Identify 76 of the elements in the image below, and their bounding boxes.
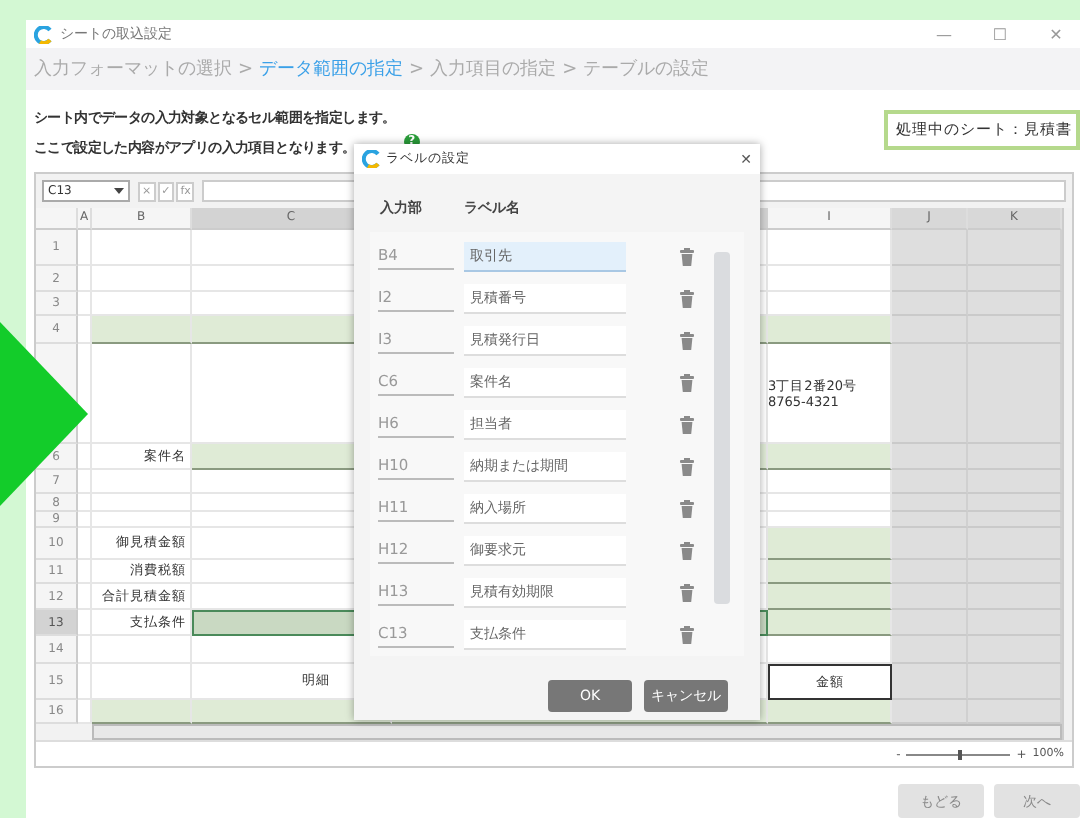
table-cell xyxy=(768,610,892,636)
table-cell xyxy=(768,470,892,494)
table-cell xyxy=(92,470,192,494)
table-cell xyxy=(968,292,1062,316)
breadcrumb-separator: > xyxy=(409,59,425,79)
trash-icon[interactable] xyxy=(680,625,694,643)
table-cell xyxy=(968,316,1062,344)
app-logo-icon xyxy=(362,150,380,168)
table-cell xyxy=(768,560,892,584)
table-cell xyxy=(768,700,892,724)
breadcrumb-step[interactable]: テーブルの設定 xyxy=(583,56,710,82)
table-cell xyxy=(92,230,192,266)
table-cell xyxy=(92,316,192,344)
trash-icon[interactable] xyxy=(680,583,694,601)
table-cell xyxy=(892,610,968,636)
breadcrumb-step[interactable]: 入力項目の指定 xyxy=(430,56,557,82)
table-cell xyxy=(892,636,968,664)
table-cell xyxy=(92,266,192,292)
table-cell xyxy=(768,528,892,560)
table-cell xyxy=(968,230,1062,266)
table-cell xyxy=(892,230,968,266)
table-cell xyxy=(92,636,192,664)
table-cell xyxy=(968,700,1062,724)
table-cell xyxy=(892,444,968,470)
table-cell xyxy=(968,444,1062,470)
table-cell xyxy=(968,528,1062,560)
minimize-button[interactable]: — xyxy=(920,25,968,43)
table-cell xyxy=(892,494,968,512)
table-cell xyxy=(892,316,968,344)
table-cell xyxy=(92,700,192,724)
horizontal-scrollbar[interactable] xyxy=(92,724,1062,740)
table-cell xyxy=(892,560,968,584)
trash-icon[interactable] xyxy=(680,541,694,559)
table-cell xyxy=(892,470,968,494)
table-cell xyxy=(968,664,1062,700)
trash-icon[interactable] xyxy=(680,499,694,517)
close-button[interactable]: ✕ xyxy=(1032,25,1080,43)
table-cell xyxy=(968,266,1062,292)
table-cell xyxy=(968,344,1062,444)
trash-icon[interactable] xyxy=(680,457,694,475)
breadcrumb-step[interactable]: データ範囲の指定 xyxy=(259,56,404,82)
app-logo-icon xyxy=(34,25,52,43)
table-cell xyxy=(968,560,1062,584)
table-cell xyxy=(892,700,968,724)
table-cell xyxy=(892,664,968,700)
breadcrumb-separator: > xyxy=(562,59,578,79)
trash-icon[interactable] xyxy=(680,289,694,307)
trash-icon[interactable] xyxy=(680,373,694,391)
breadcrumb-step[interactable]: 入力フォーマットの選択 xyxy=(34,56,232,82)
table-cell xyxy=(968,470,1062,494)
table-cell xyxy=(892,584,968,610)
table-cell xyxy=(768,584,892,610)
slider-thumb[interactable] xyxy=(958,749,963,759)
trash-icon[interactable] xyxy=(680,415,694,433)
table-cell xyxy=(768,292,892,316)
table-cell xyxy=(768,636,892,664)
caret-icon xyxy=(114,188,124,194)
table-cell xyxy=(892,292,968,316)
table-cell xyxy=(968,610,1062,636)
breadcrumb-separator: > xyxy=(238,59,254,79)
trash-icon[interactable] xyxy=(680,247,694,265)
trash-icon[interactable] xyxy=(680,331,694,349)
table-cell xyxy=(92,494,192,512)
table-cell xyxy=(968,584,1062,610)
table-cell xyxy=(768,266,892,292)
table-cell xyxy=(92,664,192,700)
scrollbar-thumb[interactable] xyxy=(714,252,730,604)
table-cell xyxy=(768,230,892,266)
table-cell xyxy=(892,266,968,292)
table-cell xyxy=(768,494,892,512)
maximize-button[interactable]: ☐ xyxy=(976,25,1024,43)
table-cell xyxy=(892,528,968,560)
table-cell xyxy=(92,344,192,444)
table-cell xyxy=(968,494,1062,512)
table-cell xyxy=(968,636,1062,664)
table-cell xyxy=(92,292,192,316)
